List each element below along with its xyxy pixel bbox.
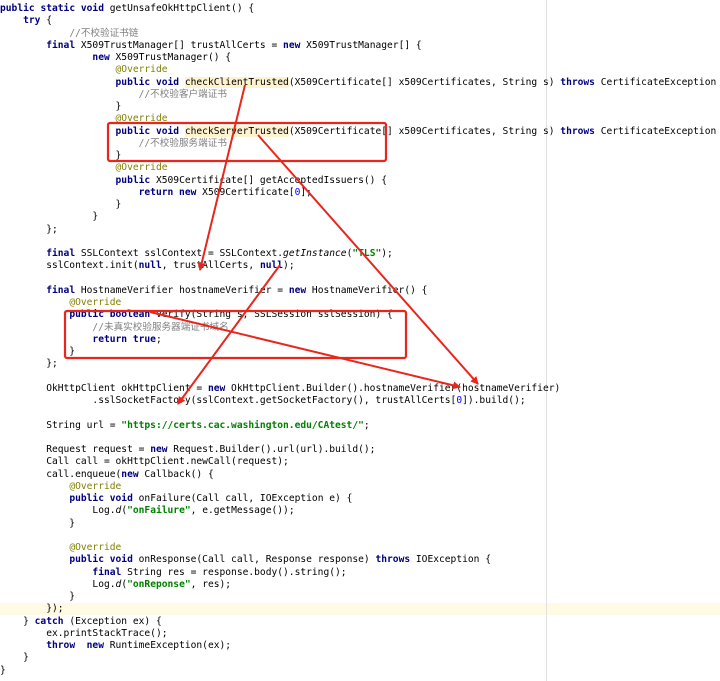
annotation-overlay <box>63 84 479 405</box>
annotation-box-verify <box>63 309 408 360</box>
annotation-box-server-trusted <box>106 121 388 163</box>
annotation-arrow-4 <box>149 311 461 390</box>
code-editor[interactable]: public static void getUnsafeOkHttpClient… <box>0 0 720 681</box>
annotation-arrow-3 <box>177 264 281 405</box>
annotation-arrow-1 <box>197 84 246 271</box>
